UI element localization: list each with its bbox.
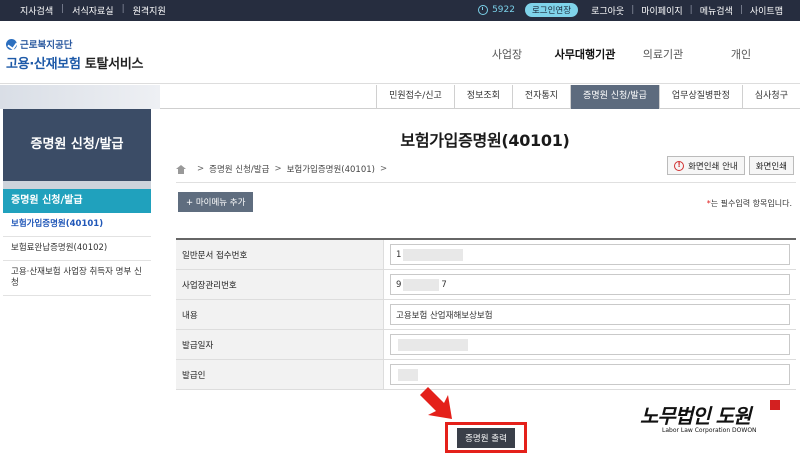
page-title: 보험가입증명원(40101) xyxy=(400,131,570,150)
breadcrumb-item[interactable]: 증명원 신청/발급 xyxy=(209,163,269,175)
print-certificate-button[interactable]: 증명원 출력 xyxy=(457,427,515,448)
certificate-form: 일반문서 접수번호 1 사업장관리번호 9 7 내용 고용보험 산업재해보상보험… xyxy=(176,238,796,390)
chevron-right-icon: > xyxy=(379,164,388,174)
document-receipt-number-field[interactable]: 1 xyxy=(390,244,790,265)
print-guide-label: 화면인쇄 안내 xyxy=(688,161,738,172)
sidebar-category[interactable]: 증명원 신청/발급 xyxy=(3,189,151,213)
sitemap-link[interactable]: 사이트맵 xyxy=(743,4,790,17)
form-row: 사업장관리번호 9 7 xyxy=(176,270,796,300)
redacted-area xyxy=(403,278,440,291)
tab-info-lookup[interactable]: 정보조회 xyxy=(453,85,512,109)
breadcrumb: > 증명원 신청/발급 > 보험가입증명원(40101) > xyxy=(176,163,392,175)
gnb-workplace[interactable]: 사업장 xyxy=(468,46,546,62)
form-label: 발급일자 xyxy=(176,330,384,359)
receipt-number-value: 1 xyxy=(396,249,402,260)
logo-org-name: 근로복지공단 xyxy=(20,40,73,51)
redacted-area xyxy=(403,248,464,261)
login-extend-button[interactable]: 로그인연장 xyxy=(524,3,579,17)
form-label: 내용 xyxy=(176,300,384,329)
global-nav: 사업장 사무대행기관 의료기관 개인 xyxy=(468,46,780,62)
form-row: 내용 고용보험 산업재해보상보험 xyxy=(176,300,796,330)
brand-subtitle: Labor Law Corporation DOWON xyxy=(662,427,757,434)
workplace-number-suffix: 7 xyxy=(441,279,447,290)
left-sidebar: 증명원 신청/발급 증명원 신청/발급 보험가입증명원(40101) 보험료완납… xyxy=(3,109,151,297)
top-utility-bar: 지사검색 | 서식자료실 | 원격지원 5922 로그인연장 로그아웃 | 마이… xyxy=(0,0,800,21)
print-guide-button[interactable]: ! 화면인쇄 안내 xyxy=(667,156,745,175)
menu-search-link[interactable]: 메뉴검색 xyxy=(693,4,740,17)
print-buttons: ! 화면인쇄 안내 화면인쇄 xyxy=(667,156,794,175)
tab-civil-complaint[interactable]: 민원접수/신고 xyxy=(376,85,454,109)
form-cell: 1 xyxy=(384,240,796,269)
print-button[interactable]: 화면인쇄 xyxy=(748,156,794,175)
sidebar-item-paid-cert[interactable]: 보험료완납증명원(40102) xyxy=(3,237,151,262)
chevron-right-icon: > xyxy=(274,164,282,174)
tab-e-notice[interactable]: 전자통지 xyxy=(511,85,570,109)
form-label: 발급인 xyxy=(176,360,384,389)
form-cell xyxy=(384,330,796,359)
form-label: 사업장관리번호 xyxy=(176,270,384,299)
workplace-number-field[interactable]: 9 7 xyxy=(390,274,790,295)
kcomwel-logo-icon xyxy=(6,38,17,50)
forms-library-link[interactable]: 서식자료실 xyxy=(64,4,121,17)
required-text: 는 필수입력 항목입니다. xyxy=(710,199,792,208)
form-cell: 9 7 xyxy=(384,270,796,299)
logo-service-name: 고용·산재보험 토탈서비스 xyxy=(6,53,143,72)
logo-service-b: 토탈서비스 xyxy=(84,57,144,72)
site-logo[interactable]: 근로복지공단 고용·산재보험 토탈서비스 xyxy=(6,37,143,72)
top-right-links: 5922 로그인연장 로그아웃 | 마이페이지 | 메뉴검색 | 사이트맵 xyxy=(478,3,790,17)
redacted-area xyxy=(398,338,468,351)
info-icon: ! xyxy=(674,160,685,171)
workplace-number-prefix: 9 xyxy=(396,279,402,290)
chevron-right-icon: > xyxy=(197,164,205,174)
session-timer: 5922 xyxy=(478,5,515,15)
gnb-agency[interactable]: 사무대행기관 xyxy=(546,46,624,62)
redacted-area xyxy=(398,368,418,381)
required-note: *는 필수입력 항목입니다. xyxy=(707,198,792,209)
gnb-individual[interactable]: 개인 xyxy=(702,46,780,62)
clock-icon xyxy=(478,5,489,15)
sidebar-title: 증명원 신청/발급 xyxy=(3,109,151,181)
home-icon[interactable] xyxy=(176,164,186,174)
add-mymenu-button[interactable]: + 마이메뉴 추가 xyxy=(178,192,254,212)
submit-highlight: 증명원 출력 xyxy=(445,422,527,453)
form-cell: 고용보험 산업재해보상보험 xyxy=(384,300,796,329)
tab-occupational-disease[interactable]: 업무상질병판정 xyxy=(658,85,742,109)
mypage-link[interactable]: 마이페이지 xyxy=(634,4,689,17)
form-row: 발급인 xyxy=(176,360,796,390)
session-timer-value: 5922 xyxy=(492,5,515,15)
issuer-field[interactable] xyxy=(390,364,790,385)
divider xyxy=(176,182,796,183)
tab-certificate[interactable]: 증명원 신청/발급 xyxy=(570,85,659,109)
logout-link[interactable]: 로그아웃 xyxy=(584,4,631,17)
remote-support-link[interactable]: 원격지원 xyxy=(125,4,174,17)
brand-watermark: 노무법인 도원 Labor Law Corporation DOWON xyxy=(640,400,790,440)
sidebar-item-insurance-cert[interactable]: 보험가입증명원(40101) xyxy=(3,213,151,238)
subnav-tabs: 민원접수/신고 정보조회 전자통지 증명원 신청/발급 업무상질병판정 심사청구 xyxy=(376,85,800,109)
form-row: 발급일자 xyxy=(176,330,796,360)
sidebar-strip xyxy=(3,181,151,189)
subnav-blurred-area xyxy=(0,85,160,109)
breadcrumb-item[interactable]: 보험가입증명원(40101) xyxy=(287,163,375,175)
top-left-links: 지사검색 | 서식자료실 | 원격지원 xyxy=(12,4,174,17)
sidebar-item-roster-request[interactable]: 고용·산재보험 사업장 취득자 명부 신청 xyxy=(3,261,151,297)
brand-name: 노무법인 도원 xyxy=(640,404,751,428)
site-header: 근로복지공단 고용·산재보험 토탈서비스 사업장 사무대행기관 의료기관 개인 xyxy=(0,21,800,84)
gnb-medical[interactable]: 의료기관 xyxy=(624,46,702,62)
logo-org: 근로복지공단 xyxy=(6,37,143,51)
logo-service-a: 고용·산재보험 xyxy=(6,57,81,72)
seal-icon xyxy=(770,400,780,410)
form-label: 일반문서 접수번호 xyxy=(176,240,384,269)
arrow-down-right-icon xyxy=(420,387,452,419)
tab-review-request[interactable]: 심사청구 xyxy=(741,85,800,109)
issue-date-field[interactable] xyxy=(390,334,790,355)
sub-nav: 민원접수/신고 정보조회 전자통지 증명원 신청/발급 업무상질병판정 심사청구 xyxy=(0,85,800,109)
form-row: 일반문서 접수번호 1 xyxy=(176,240,796,270)
branch-search-link[interactable]: 지사검색 xyxy=(12,4,61,17)
content-field[interactable]: 고용보험 산업재해보상보험 xyxy=(390,304,790,325)
